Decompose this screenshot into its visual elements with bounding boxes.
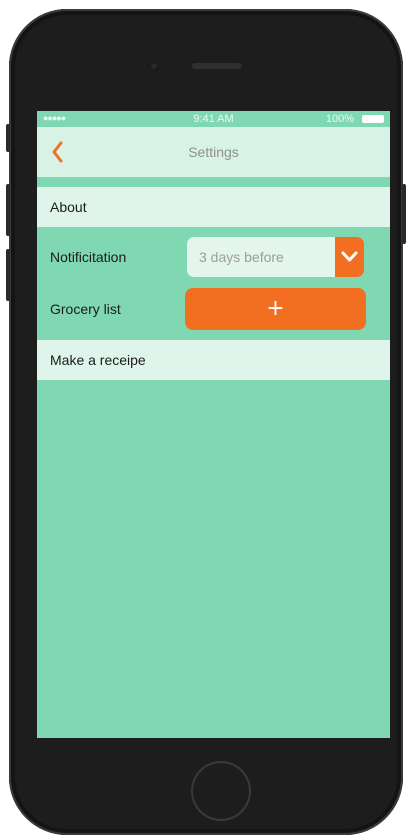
page-title: Settings	[188, 144, 239, 160]
home-button[interactable]	[191, 761, 251, 821]
add-grocery-button[interactable]: +	[185, 288, 366, 330]
battery-icon	[362, 115, 384, 123]
mute-switch	[6, 124, 10, 152]
speaker	[192, 63, 242, 69]
chevron-down-icon	[341, 251, 358, 262]
about-label: About	[50, 199, 87, 215]
about-row[interactable]: About	[37, 187, 390, 227]
screen: ●●●●● 9:41 AM 100% Settings About Notifi…	[37, 111, 390, 738]
make-recipe-label: Make a receipe	[50, 352, 146, 368]
power-button	[402, 184, 406, 244]
grocery-list-label: Grocery list	[50, 301, 121, 317]
dropdown-button[interactable]	[335, 237, 364, 277]
status-bar: ●●●●● 9:41 AM 100%	[37, 111, 390, 127]
notification-label: Notificitation	[50, 249, 127, 265]
notification-select-value: 3 days before	[199, 249, 284, 265]
nav-bar: Settings	[37, 127, 390, 177]
battery-percentage: 100%	[325, 113, 354, 125]
notification-select[interactable]: 3 days before	[187, 237, 364, 277]
make-recipe-row[interactable]: Make a receipe	[37, 340, 390, 380]
camera	[149, 61, 159, 71]
volume-up-button	[6, 184, 10, 236]
volume-down-button	[6, 249, 10, 301]
